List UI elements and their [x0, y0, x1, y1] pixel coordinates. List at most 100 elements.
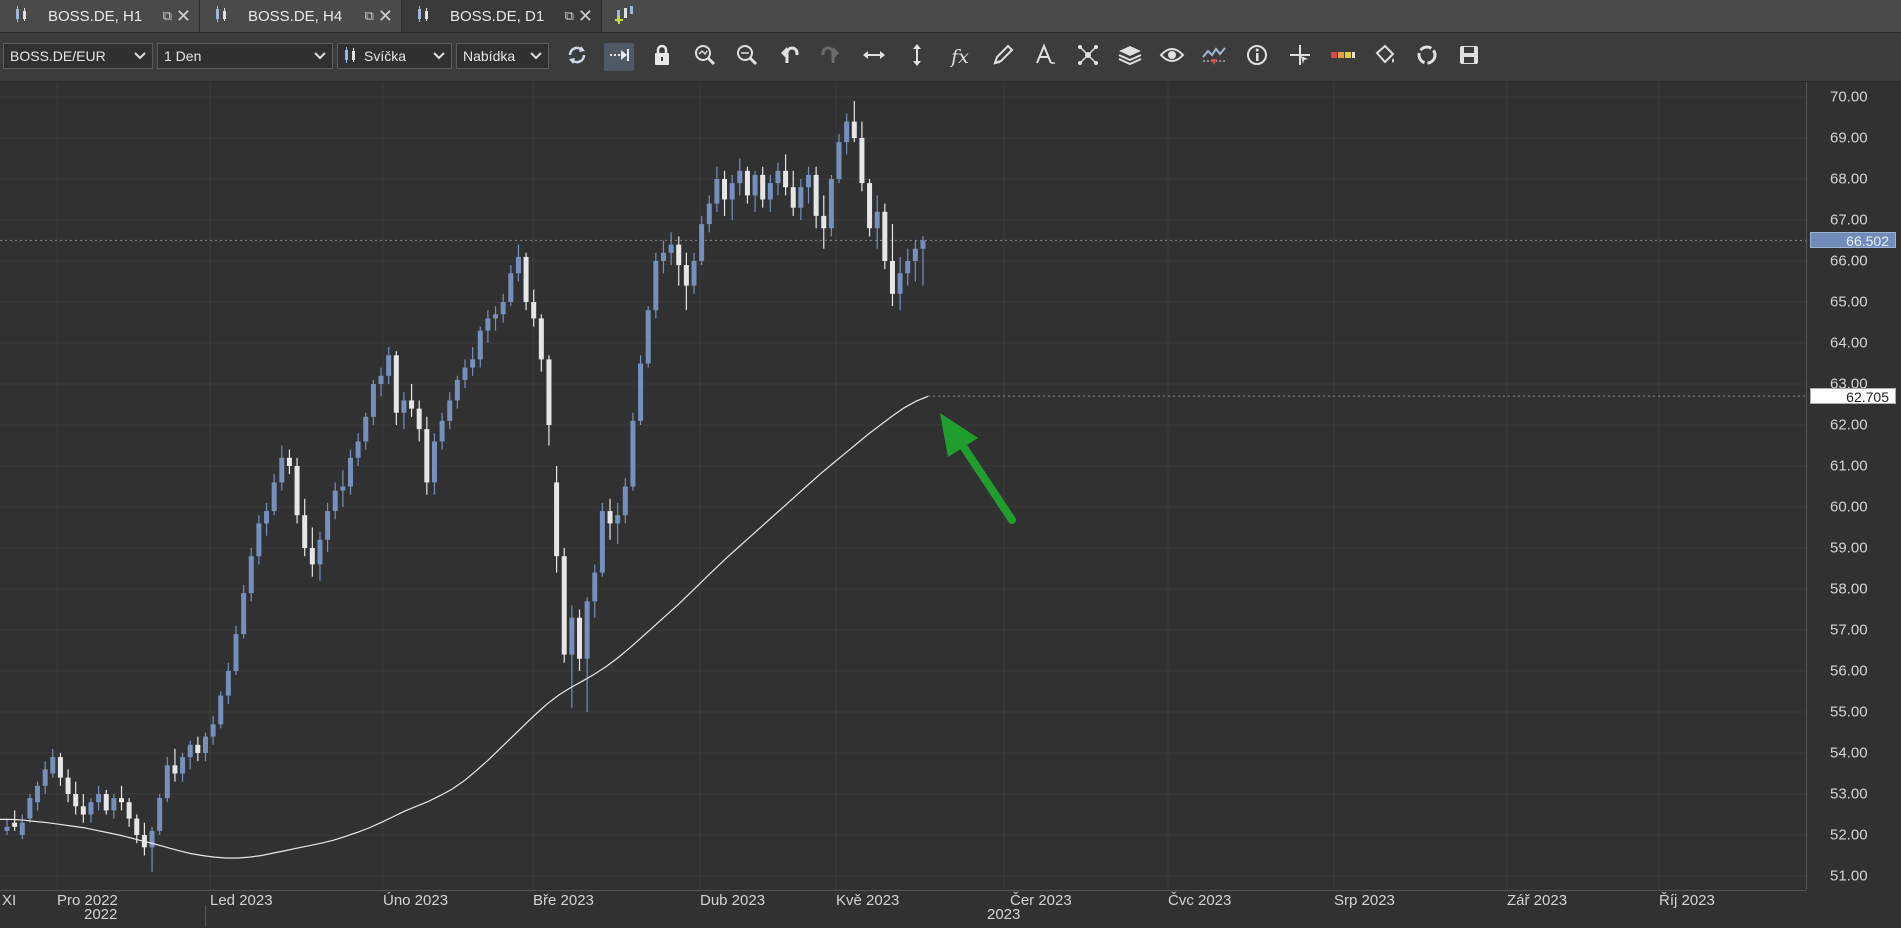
undo-button[interactable] [774, 43, 804, 71]
auto-scroll-button[interactable] [604, 43, 634, 71]
redo-button[interactable] [816, 43, 846, 71]
candle-body [279, 457, 285, 483]
candle [271, 474, 277, 516]
candle [546, 355, 552, 446]
candle-body [531, 302, 537, 319]
candle [912, 240, 918, 282]
candle [584, 597, 590, 712]
objects-icon [1076, 43, 1100, 72]
candle [248, 548, 254, 602]
popout-icon[interactable]: ⧉ [163, 8, 172, 24]
zoom-out-button[interactable] [732, 43, 762, 71]
candle-body [126, 802, 132, 819]
pencil-button[interactable] [988, 43, 1018, 71]
candle [439, 412, 445, 450]
candle-body [668, 244, 674, 253]
indicators-button[interactable] [1199, 43, 1229, 71]
chart-style-select[interactable]: Svíčka [337, 43, 452, 69]
candle [851, 101, 857, 143]
candle-body [546, 359, 552, 425]
candle-body [660, 252, 666, 261]
add-chart-tab-icon[interactable] [612, 4, 638, 28]
candle-body [806, 174, 811, 188]
save-button[interactable] [1454, 43, 1484, 71]
candle-body [149, 830, 155, 848]
candle-body [241, 593, 247, 635]
candle [859, 121, 865, 192]
price-chart-plot[interactable] [0, 82, 1806, 890]
lock-button[interactable] [647, 43, 677, 71]
candle [538, 314, 544, 372]
candle-body [134, 818, 140, 835]
candle-body [80, 806, 86, 815]
symbol-select[interactable]: BOSS.DE/EUR [3, 43, 153, 69]
visibility-button[interactable] [1157, 43, 1187, 71]
candle [523, 252, 529, 311]
formula-button[interactable]: fx [945, 43, 975, 71]
pencil-icon [991, 43, 1015, 72]
candle-body [561, 556, 567, 655]
candlestick-icon [14, 6, 32, 26]
candle-body [485, 318, 491, 331]
candle-body [798, 187, 804, 208]
close-icon[interactable]: ✕ [578, 7, 593, 25]
popout-icon[interactable]: ⧉ [565, 8, 574, 24]
candle [225, 662, 231, 704]
refresh-button[interactable] [562, 43, 592, 71]
candle-body [218, 695, 224, 725]
close-icon[interactable]: ✕ [378, 7, 393, 25]
candle-body [370, 384, 376, 417]
paint-bucket-icon [1373, 43, 1397, 72]
fit-vertical-button[interactable] [902, 43, 932, 71]
paint-button[interactable] [1370, 43, 1400, 71]
price-type-select[interactable]: Nabídka [456, 43, 549, 69]
candle-body [325, 511, 331, 540]
candle [286, 449, 292, 475]
year-label: 2022 [84, 906, 118, 923]
candle-body [752, 174, 758, 196]
objects-button[interactable] [1073, 43, 1103, 71]
color-scheme-button[interactable] [1328, 43, 1358, 71]
candle [569, 605, 575, 708]
candle [80, 794, 86, 823]
candle-body [889, 261, 895, 294]
moving-average-price-tag: 62.705 [1810, 388, 1896, 405]
candle-body [508, 273, 514, 302]
close-icon[interactable]: ✕ [176, 7, 191, 25]
candle-body [332, 490, 338, 512]
lock-icon [651, 43, 673, 72]
candle-body [202, 736, 208, 753]
layers-button[interactable] [1115, 43, 1145, 71]
candle [828, 174, 834, 237]
tab-boss-h1[interactable]: BOSS.DE, H1 ⧉ ✕ [0, 0, 200, 32]
zoom-in-button[interactable] [690, 43, 720, 71]
candle-body [897, 273, 903, 294]
candle [737, 158, 743, 196]
symbol-value: BOSS.DE/EUR [10, 48, 106, 64]
candle [202, 732, 208, 762]
price-tick-label: 55.00 [1830, 703, 1868, 721]
text-tool-button[interactable] [1030, 42, 1060, 71]
timeframe-select[interactable]: 1 Den [157, 43, 333, 69]
crosshair-button[interactable] [1285, 43, 1315, 71]
candle [233, 625, 239, 676]
candle-body [775, 170, 781, 184]
info-button[interactable] [1242, 43, 1272, 71]
price-axis[interactable] [1806, 82, 1901, 890]
time-tick-label: Úno 2023 [383, 892, 449, 909]
candle-body [4, 826, 10, 831]
candle [607, 498, 613, 540]
candle [431, 433, 437, 495]
time-tick-label: Zář 2023 [1507, 892, 1568, 909]
tab-boss-d1[interactable]: BOSS.DE, D1 ⧉ ✕ [402, 0, 602, 32]
price-tick-label: 66.00 [1830, 252, 1868, 270]
price-tick-label: 60.00 [1830, 498, 1868, 516]
candle-body [783, 170, 789, 188]
candle-body [210, 724, 216, 737]
popout-icon[interactable]: ⧉ [365, 8, 374, 24]
chevron-down-icon [433, 49, 445, 66]
tab-boss-h4[interactable]: BOSS.DE, H4 ⧉ ✕ [200, 0, 402, 32]
fit-horizontal-button[interactable] [859, 43, 889, 71]
candle-body [256, 523, 262, 557]
sync-button[interactable] [1412, 43, 1442, 71]
